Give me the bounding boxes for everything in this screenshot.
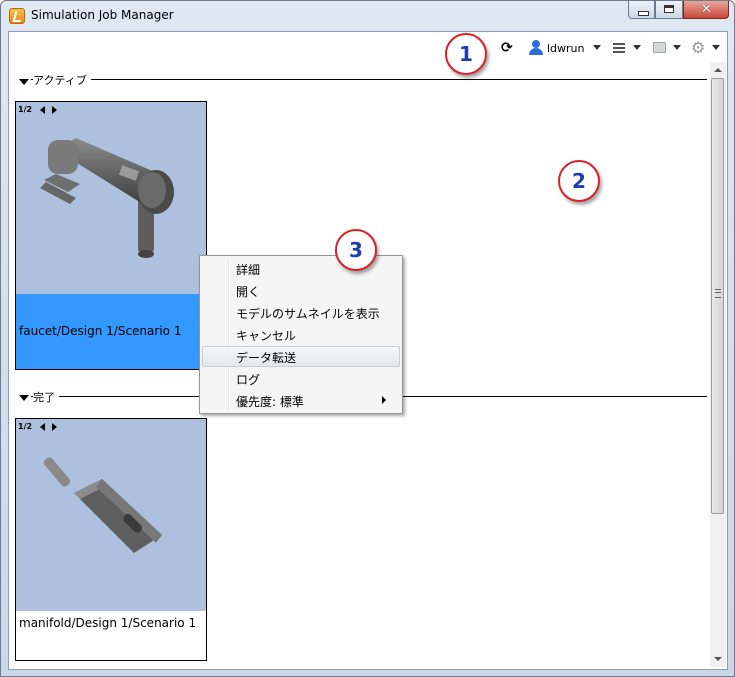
scroll-up-icon[interactable]: [714, 68, 722, 72]
next-arrow-icon[interactable]: [52, 423, 57, 431]
menu-item-open[interactable]: 開く: [202, 280, 400, 301]
toolbar: ⟳ ldwrun ⚙: [9, 32, 727, 64]
prev-arrow-icon[interactable]: [40, 423, 45, 431]
job-thumbnail: 1/2: [16, 102, 206, 294]
menu-item-cancel[interactable]: キャンセル: [202, 324, 400, 345]
callout-1: 1: [445, 33, 487, 75]
job-caption: faucet/Design 1/Scenario 1: [19, 324, 182, 338]
menu-item-log[interactable]: ログ: [202, 368, 400, 389]
maximize-button[interactable]: [655, 1, 683, 19]
maximize-icon: [664, 5, 674, 13]
menu-item-label: 詳細: [236, 263, 261, 277]
menu-item-priority[interactable]: 優先度: 標準: [202, 390, 400, 411]
app-window: Simulation Job Manager ✕ ⟳ ldwrun ⚙ アクティ…: [0, 0, 735, 677]
title-bar[interactable]: Simulation Job Manager ✕: [1, 1, 734, 31]
grip-icon: [715, 289, 721, 298]
user-icon[interactable]: [529, 40, 543, 55]
callout-2: 2: [558, 160, 600, 202]
section-active-collapse-icon[interactable]: [19, 79, 29, 85]
prev-arrow-icon[interactable]: [40, 106, 45, 114]
window-title: Simulation Job Manager: [31, 8, 174, 22]
manifold-model-image: [43, 457, 162, 553]
list-view-icon[interactable]: [613, 43, 625, 53]
app-logo-icon: [9, 8, 25, 24]
context-menu: 詳細 開く モデルのサムネイルを表示 キャンセル データ転送 ログ 優先度: 標…: [199, 255, 403, 414]
section-completed-collapse-icon[interactable]: [19, 395, 29, 401]
next-arrow-icon[interactable]: [52, 106, 57, 114]
scroll-down-icon[interactable]: [714, 657, 722, 661]
user-name[interactable]: ldwrun: [547, 42, 585, 55]
section-active-label: アクティブ: [33, 72, 91, 88]
menu-item-label: ログ: [236, 373, 261, 387]
layout-icon[interactable]: [653, 42, 666, 53]
section-active-divider: [31, 79, 707, 80]
submenu-arrow-icon: [382, 396, 386, 404]
user-dropdown-chevron-down-icon[interactable]: [593, 45, 601, 50]
close-button[interactable]: ✕: [683, 1, 729, 19]
refresh-icon[interactable]: ⟳: [501, 40, 513, 56]
job-pager: 1/2: [18, 422, 33, 431]
job-caption: manifold/Design 1/Scenario 1: [19, 616, 197, 630]
list-view-chevron-down-icon[interactable]: [633, 45, 641, 50]
section-completed-label: 完了: [33, 389, 59, 405]
job-card-faucet[interactable]: 1/2 faucet/Design 1/Scenario 1: [15, 101, 207, 370]
settings-chevron-down-icon[interactable]: [712, 45, 720, 50]
menu-item-show-thumbnail[interactable]: モデルのサムネイルを表示: [202, 302, 400, 323]
close-icon: ✕: [701, 2, 712, 17]
layout-chevron-down-icon[interactable]: [673, 45, 681, 50]
faucet-model-image: [40, 138, 174, 258]
vertical-scrollbar[interactable]: [710, 62, 726, 667]
gear-icon[interactable]: ⚙: [691, 38, 705, 57]
job-thumbnail: 1/2: [16, 419, 206, 611]
minimize-button[interactable]: [628, 1, 655, 19]
scroll-thumb[interactable]: [711, 78, 724, 514]
job-area[interactable]: ⟳ ldwrun ⚙ アクティブ 1/2 faucet/Design 1/Sce…: [8, 31, 728, 670]
callout-3: 3: [335, 229, 377, 271]
menu-item-label: モデルのサムネイルを表示: [236, 307, 380, 321]
menu-item-data-transfer[interactable]: データ転送: [202, 346, 400, 367]
job-card-manifold[interactable]: 1/2 manifold/Design 1/Scenario 1: [15, 418, 207, 661]
job-pager: 1/2: [18, 105, 33, 114]
minimize-icon: [638, 11, 649, 16]
window-controls: ✕: [628, 1, 729, 20]
menu-item-label: 開く: [236, 285, 261, 299]
menu-item-label: キャンセル: [236, 329, 297, 343]
menu-item-label: 優先度: 標準: [236, 395, 304, 409]
menu-item-label: データ転送: [236, 351, 297, 365]
